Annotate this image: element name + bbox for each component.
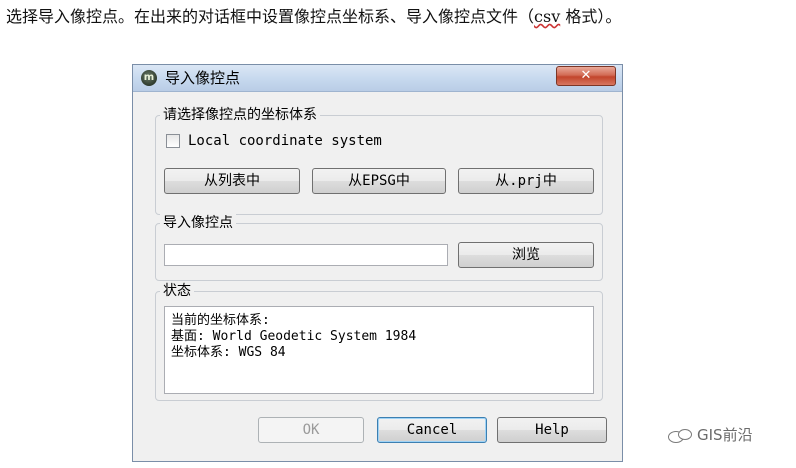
status-group-label: 状态 bbox=[160, 282, 194, 300]
gcp-file-path-input[interactable] bbox=[164, 244, 448, 266]
caption-prefix: 选择导入像控点。在出来的对话框中设置像控点坐标系、导入像控点文件（ bbox=[6, 7, 535, 26]
close-button[interactable]: ✕ bbox=[556, 66, 616, 86]
import-gcp-group-label: 导入像控点 bbox=[160, 214, 236, 232]
dialog-title: 导入像控点 bbox=[165, 69, 241, 87]
app-logo-icon: m bbox=[141, 70, 157, 86]
local-coordinate-checkbox[interactable] bbox=[166, 134, 180, 148]
ok-button[interactable]: OK bbox=[258, 417, 364, 443]
import-gcp-dialog: m 导入像控点 ✕ 请选择像控点的坐标体系 Local coordinate s… bbox=[132, 64, 623, 462]
browse-button[interactable]: 浏览 bbox=[458, 242, 594, 268]
caption-csv: csv bbox=[534, 7, 561, 26]
from-list-button[interactable]: 从列表中 bbox=[164, 168, 300, 194]
import-gcp-group: 导入像控点 浏览 bbox=[155, 214, 603, 281]
local-coordinate-label[interactable]: Local coordinate system bbox=[188, 132, 382, 150]
wechat-icon bbox=[668, 428, 694, 443]
caption-suffix: 格式）。 bbox=[565, 7, 622, 26]
watermark: GIS前沿 bbox=[668, 424, 753, 445]
status-group: 状态 当前的坐标体系: 基面: World Geodetic System 19… bbox=[155, 282, 603, 401]
title-bar[interactable]: m 导入像控点 ✕ bbox=[133, 65, 622, 92]
from-epsg-button[interactable]: 从EPSG中 bbox=[312, 168, 446, 194]
close-icon: ✕ bbox=[580, 68, 592, 83]
crs-group-label: 请选择像控点的坐标体系 bbox=[160, 106, 320, 124]
from-prj-button[interactable]: 从.prj中 bbox=[458, 168, 594, 194]
cancel-button[interactable]: Cancel bbox=[377, 417, 487, 443]
watermark-text: GIS前沿 bbox=[697, 426, 753, 444]
crs-group: 请选择像控点的坐标体系 Local coordinate system 从列表中… bbox=[155, 106, 603, 215]
help-button[interactable]: Help bbox=[497, 417, 607, 443]
status-text-area[interactable]: 当前的坐标体系: 基面: World Geodetic System 1984 … bbox=[164, 306, 594, 394]
instruction-caption: 选择导入像控点。在出来的对话框中设置像控点坐标系、导入像控点文件（csv 格式）… bbox=[6, 6, 621, 28]
